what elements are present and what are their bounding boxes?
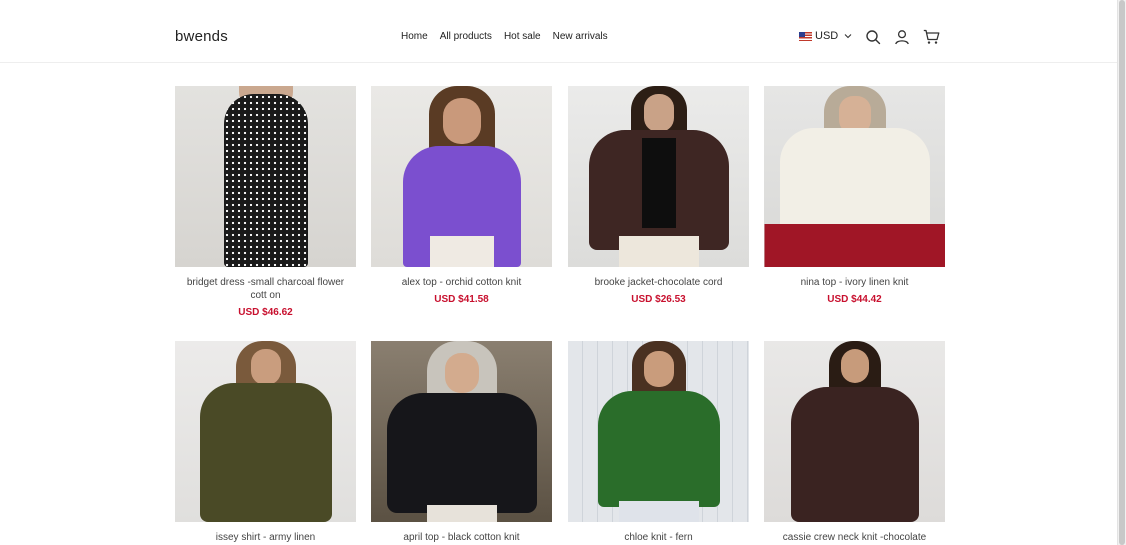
product-price: USD $44.42	[827, 294, 882, 305]
product-image[interactable]	[568, 86, 749, 267]
product-price: USD $41.58	[434, 294, 489, 305]
chevron-down-icon	[844, 34, 852, 39]
product-image[interactable]	[371, 341, 552, 522]
product-card[interactable]: nina top - ivory linen knit USD $44.42	[764, 86, 945, 305]
product-price: USD $26.53	[631, 294, 686, 305]
product-price: USD $46.62	[238, 307, 293, 318]
product-card[interactable]: issey shirt - army linen	[175, 341, 356, 545]
product-image[interactable]	[764, 341, 945, 522]
product-card[interactable]: brooke jacket-chocolate cord USD $26.53	[568, 86, 749, 305]
nav-hot-sale[interactable]: Hot sale	[504, 31, 541, 42]
product-image[interactable]	[764, 86, 945, 267]
product-card[interactable]: cassie crew neck knit -chocolate cashme	[764, 341, 945, 545]
cart-icon[interactable]	[923, 29, 940, 45]
product-image[interactable]	[568, 341, 749, 522]
product-image[interactable]	[175, 86, 356, 267]
store-page: bwends Home All products Hot sale New ar…	[0, 0, 1118, 545]
product-card[interactable]: bridget dress -small charcoal flower cot…	[175, 86, 356, 318]
product-card[interactable]: chloe knit - fern	[568, 341, 749, 545]
product-name[interactable]: cassie crew neck knit -chocolate cashme	[764, 531, 945, 545]
product-name[interactable]: april top - black cotton knit	[371, 531, 552, 544]
nav-new-arrivals[interactable]: New arrivals	[553, 31, 608, 42]
product-name[interactable]: issey shirt - army linen	[175, 531, 356, 544]
nav-all-products[interactable]: All products	[440, 31, 492, 42]
product-name[interactable]: chloe knit - fern	[568, 531, 749, 544]
site-header: bwends Home All products Hot sale New ar…	[0, 0, 1118, 63]
product-name[interactable]: bridget dress -small charcoal flower cot…	[175, 276, 356, 302]
product-name[interactable]: brooke jacket-chocolate cord	[568, 276, 749, 289]
scrollbar[interactable]	[1117, 0, 1126, 545]
product-name[interactable]: alex top - orchid cotton knit	[371, 276, 552, 289]
scrollbar-thumb[interactable]	[1119, 0, 1125, 545]
product-image[interactable]	[175, 341, 356, 522]
search-icon[interactable]	[865, 29, 881, 45]
nav-home[interactable]: Home	[401, 31, 428, 42]
currency-label: USD	[815, 30, 839, 42]
product-image[interactable]	[371, 86, 552, 267]
main-nav: Home All products Hot sale New arrivals	[401, 31, 608, 42]
product-card[interactable]: april top - black cotton knit	[371, 341, 552, 545]
account-icon[interactable]	[894, 29, 910, 45]
currency-selector[interactable]: USD	[799, 30, 853, 42]
store-logo[interactable]: bwends	[175, 28, 228, 45]
us-flag-icon	[799, 31, 812, 41]
product-name[interactable]: nina top - ivory linen knit	[764, 276, 945, 289]
product-card[interactable]: alex top - orchid cotton knit USD $41.58	[371, 86, 552, 305]
